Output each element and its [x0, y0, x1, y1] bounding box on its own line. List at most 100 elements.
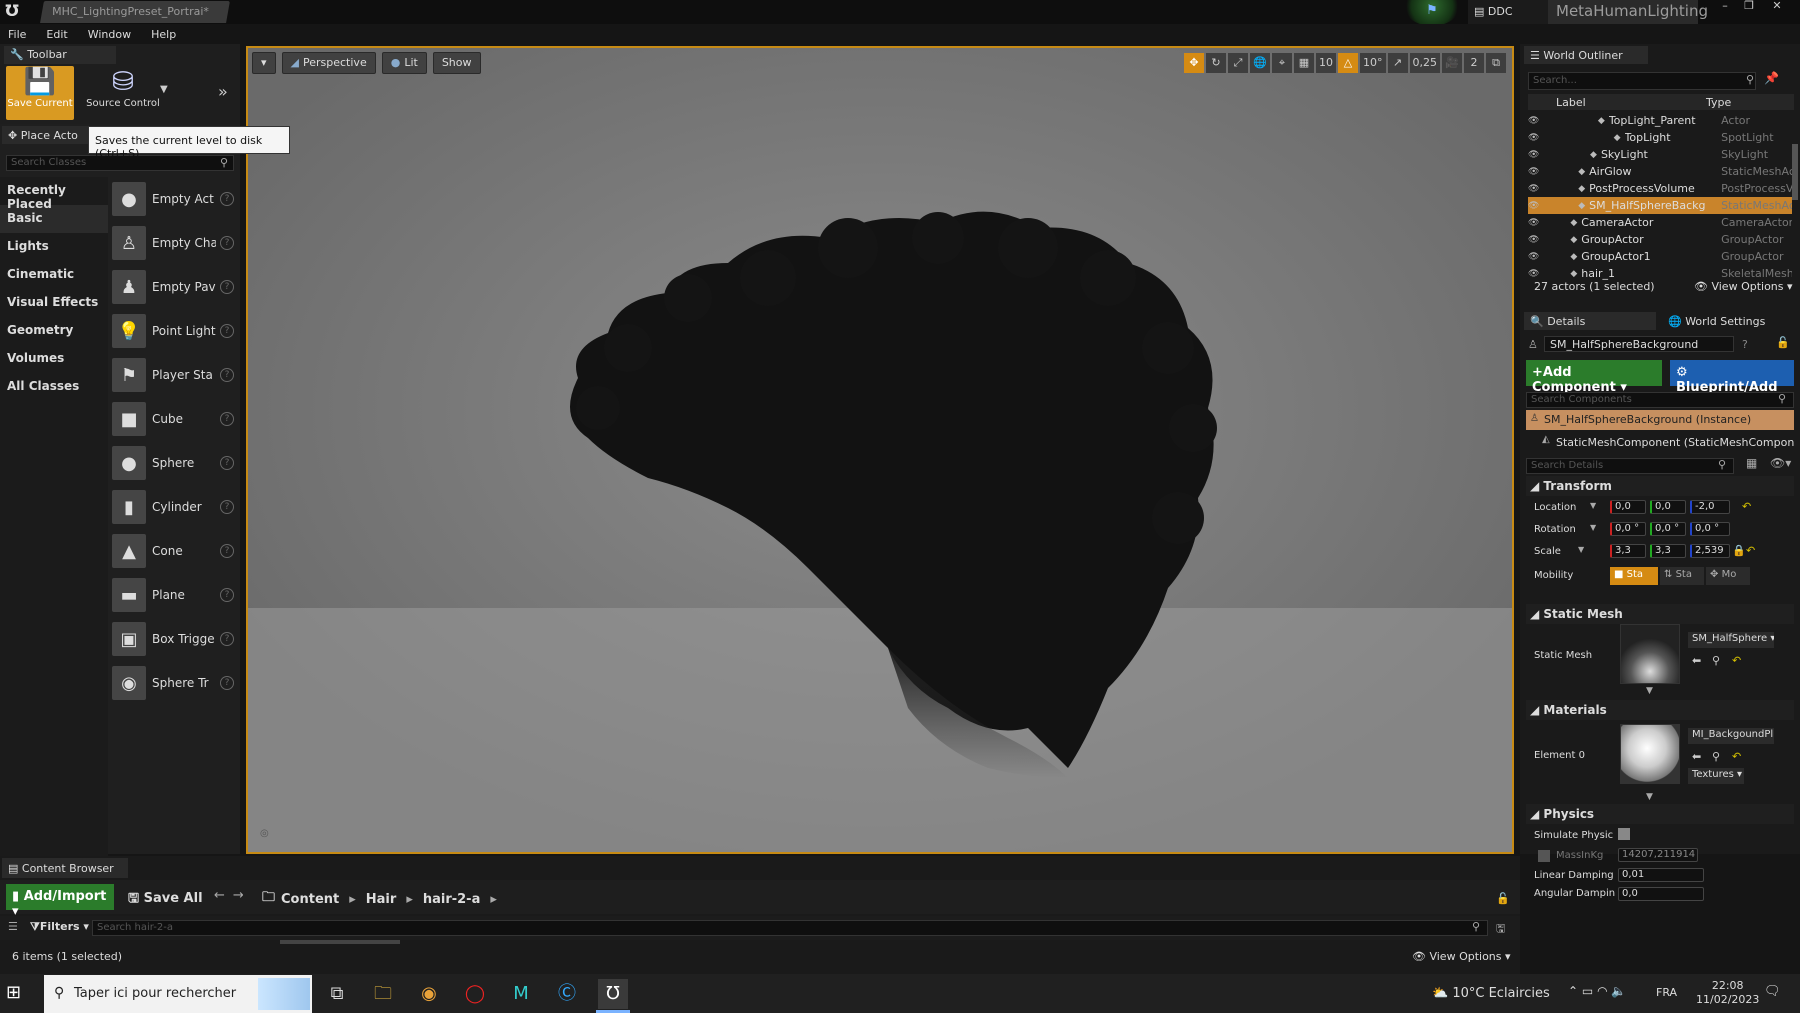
- content-search-input[interactable]: Search hair-2-a: [92, 920, 1488, 936]
- help-icon[interactable]: ?: [220, 368, 234, 382]
- forward-arrow-icon[interactable]: →: [233, 888, 244, 903]
- use-selected-arrow-icon[interactable]: ⬅: [1692, 750, 1701, 763]
- menu-edit[interactable]: Edit: [46, 28, 67, 41]
- reset-material-icon[interactable]: ↶: [1732, 750, 1741, 763]
- filters-button[interactable]: ⧩Filters ▾: [30, 920, 89, 934]
- actor-class-item[interactable]: ▲ Cone?: [112, 529, 238, 573]
- outliner-row[interactable]: 👁 ◆ TopLight_Parent Actor: [1528, 112, 1792, 129]
- scale-snap-icon[interactable]: ↗: [1387, 53, 1408, 73]
- location-x-field[interactable]: 0,0: [1610, 500, 1646, 514]
- content-browser-tab[interactable]: ▤ Content Browser: [2, 858, 128, 878]
- lock-scale-icon[interactable]: 🔒: [1732, 544, 1746, 557]
- scale-tool-icon[interactable]: ⤢: [1228, 53, 1248, 73]
- outliner-search-input[interactable]: Search...: [1528, 72, 1756, 90]
- visibility-eye-icon[interactable]: 👁: [1528, 201, 1546, 211]
- actor-class-item[interactable]: ▮ Cylinder?: [112, 485, 238, 529]
- blueprint-add-button[interactable]: ⚙ Blueprint/Add: [1670, 360, 1794, 395]
- rotation-snap-icon[interactable]: △: [1338, 53, 1358, 73]
- menu-help[interactable]: Help: [151, 28, 176, 41]
- minimize-button[interactable]: –: [1714, 0, 1736, 14]
- actor-class-item[interactable]: ▣ Box Trigge?: [112, 617, 238, 661]
- category-geometry[interactable]: Geometry: [0, 317, 108, 345]
- mobility-static-button[interactable]: ■ Sta: [1610, 567, 1658, 585]
- weather-widget[interactable]: ⛅ 10°C Eclaircies: [1432, 986, 1550, 1001]
- browse-icon[interactable]: ⚲: [1712, 750, 1720, 763]
- back-arrow-icon[interactable]: ←: [214, 888, 225, 903]
- breadcrumb-separator-icon[interactable]: ▸: [349, 892, 356, 907]
- tray-icons[interactable]: ⌃ ▭ ◠ 🔈: [1568, 984, 1626, 998]
- outliner-row[interactable]: 👁 ◆ CameraActor CameraActor: [1528, 214, 1792, 231]
- menu-window[interactable]: Window: [88, 28, 131, 41]
- grid-snap-icon[interactable]: ▦: [1294, 53, 1314, 73]
- scale-z-field[interactable]: 2,539: [1690, 544, 1730, 558]
- menu-file[interactable]: File: [8, 28, 26, 41]
- category-lights[interactable]: Lights: [0, 233, 108, 261]
- world-space-icon[interactable]: 🌐: [1250, 53, 1270, 73]
- linear-damping-field[interactable]: 0,01: [1618, 868, 1704, 882]
- help-icon[interactable]: ?: [220, 500, 234, 514]
- location-z-field[interactable]: -2,0: [1690, 500, 1730, 514]
- category-recently-placed[interactable]: Recently Placed: [0, 177, 108, 211]
- windows-start-icon[interactable]: ⊞: [6, 982, 21, 1003]
- add-import-button[interactable]: ▮ Add/Import ▾: [6, 884, 114, 919]
- camera-speed-icon[interactable]: 🎥: [1442, 53, 1462, 73]
- label-column-header[interactable]: Label: [1556, 96, 1706, 109]
- transform-section[interactable]: ◢ Transform: [1526, 476, 1794, 496]
- visibility-eye-icon[interactable]: 👁: [1528, 252, 1546, 262]
- camera-speed-value[interactable]: 2: [1464, 53, 1484, 73]
- visibility-eye-icon[interactable]: 👁: [1528, 133, 1546, 143]
- help-icon[interactable]: ?: [220, 412, 234, 426]
- breadcrumb-hair-2-a[interactable]: hair-2-a: [423, 892, 481, 907]
- static-mesh-thumbnail[interactable]: [1620, 624, 1680, 684]
- actor-class-item[interactable]: ● Sphere?: [112, 441, 238, 485]
- breadcrumb-content[interactable]: Content: [281, 892, 339, 907]
- actor-class-item[interactable]: 💡 Point Light?: [112, 309, 238, 353]
- actor-class-item[interactable]: ♟ Empty Pav?: [112, 265, 238, 309]
- mobility-movable-button[interactable]: ✥ Mo: [1706, 567, 1750, 585]
- source-control-button[interactable]: ⛁ Source Control: [80, 66, 166, 120]
- world-outliner-tab[interactable]: ☰ World Outliner: [1524, 46, 1648, 64]
- reset-mesh-icon[interactable]: ↶: [1732, 654, 1741, 667]
- outliner-row[interactable]: 👁 ◆ GroupActor GroupActor: [1528, 231, 1792, 248]
- outliner-row[interactable]: 👁 ◆ TopLight SpotLight: [1528, 129, 1792, 146]
- content-scrollbar[interactable]: [280, 940, 400, 944]
- location-label[interactable]: Location: [1534, 502, 1576, 513]
- breadcrumb-hair[interactable]: Hair: [366, 892, 397, 907]
- static-mesh-dropdown[interactable]: SM_HalfSphere ▾: [1688, 632, 1774, 648]
- outliner-row[interactable]: 👁 ◆ SM_HalfSphereBackg StaticMeshAc: [1528, 197, 1792, 214]
- location-y-field[interactable]: 0,0: [1650, 500, 1686, 514]
- surface-snap-icon[interactable]: ⌖: [1272, 53, 1292, 73]
- reset-scale-icon[interactable]: ↶: [1746, 544, 1755, 557]
- static-mesh-section[interactable]: ◢ Static Mesh: [1526, 604, 1794, 624]
- visibility-eye-icon[interactable]: 👁: [1528, 116, 1546, 126]
- grid-snap-value[interactable]: 10: [1316, 53, 1336, 73]
- help-icon[interactable]: ?: [220, 676, 234, 690]
- chrome-icon[interactable]: ◉: [414, 979, 444, 1009]
- visibility-eye-icon[interactable]: 👁: [1528, 167, 1546, 177]
- visibility-eye-icon[interactable]: 👁: [1528, 218, 1546, 228]
- level-document-tab[interactable]: MHC_LightingPreset_Portrai*: [40, 1, 230, 23]
- outliner-row[interactable]: 👁 ◆ GroupActor1 GroupActor: [1528, 248, 1792, 265]
- actor-class-item[interactable]: ◉ Sphere Tr?: [112, 661, 238, 705]
- outliner-scrollbar[interactable]: [1792, 144, 1798, 200]
- category-all-classes[interactable]: All Classes: [0, 373, 108, 401]
- expand-arrow-icon[interactable]: ▼: [1646, 792, 1653, 802]
- lock-icon[interactable]: 🔓: [1776, 336, 1790, 349]
- save-all-button[interactable]: 🖫 Save All: [124, 884, 207, 916]
- help-icon[interactable]: ?: [220, 280, 234, 294]
- search-details-input[interactable]: Search Details: [1526, 458, 1734, 474]
- file-explorer-icon[interactable]: 🗀: [368, 979, 398, 1009]
- add-component-button[interactable]: +Add Component ▾: [1526, 360, 1662, 395]
- breadcrumb-separator-icon[interactable]: ▸: [406, 892, 413, 907]
- physics-section[interactable]: ◢ Physics: [1526, 804, 1794, 824]
- actor-class-item[interactable]: ▬ Plane?: [112, 573, 238, 617]
- actor-class-item[interactable]: ■ Cube?: [112, 397, 238, 441]
- toolbar-expand-icon[interactable]: »: [218, 82, 228, 101]
- perspective-button[interactable]: ◢ Perspective: [281, 52, 376, 74]
- show-button[interactable]: Show: [432, 52, 481, 74]
- help-icon[interactable]: ?: [1742, 338, 1748, 351]
- visibility-eye-icon[interactable]: 👁: [1528, 184, 1546, 194]
- actor-class-item[interactable]: ♙ Empty Cha?: [112, 221, 238, 265]
- rotation-snap-value[interactable]: 10°: [1360, 53, 1386, 73]
- save-current-button[interactable]: 💾 Save Current: [6, 66, 74, 120]
